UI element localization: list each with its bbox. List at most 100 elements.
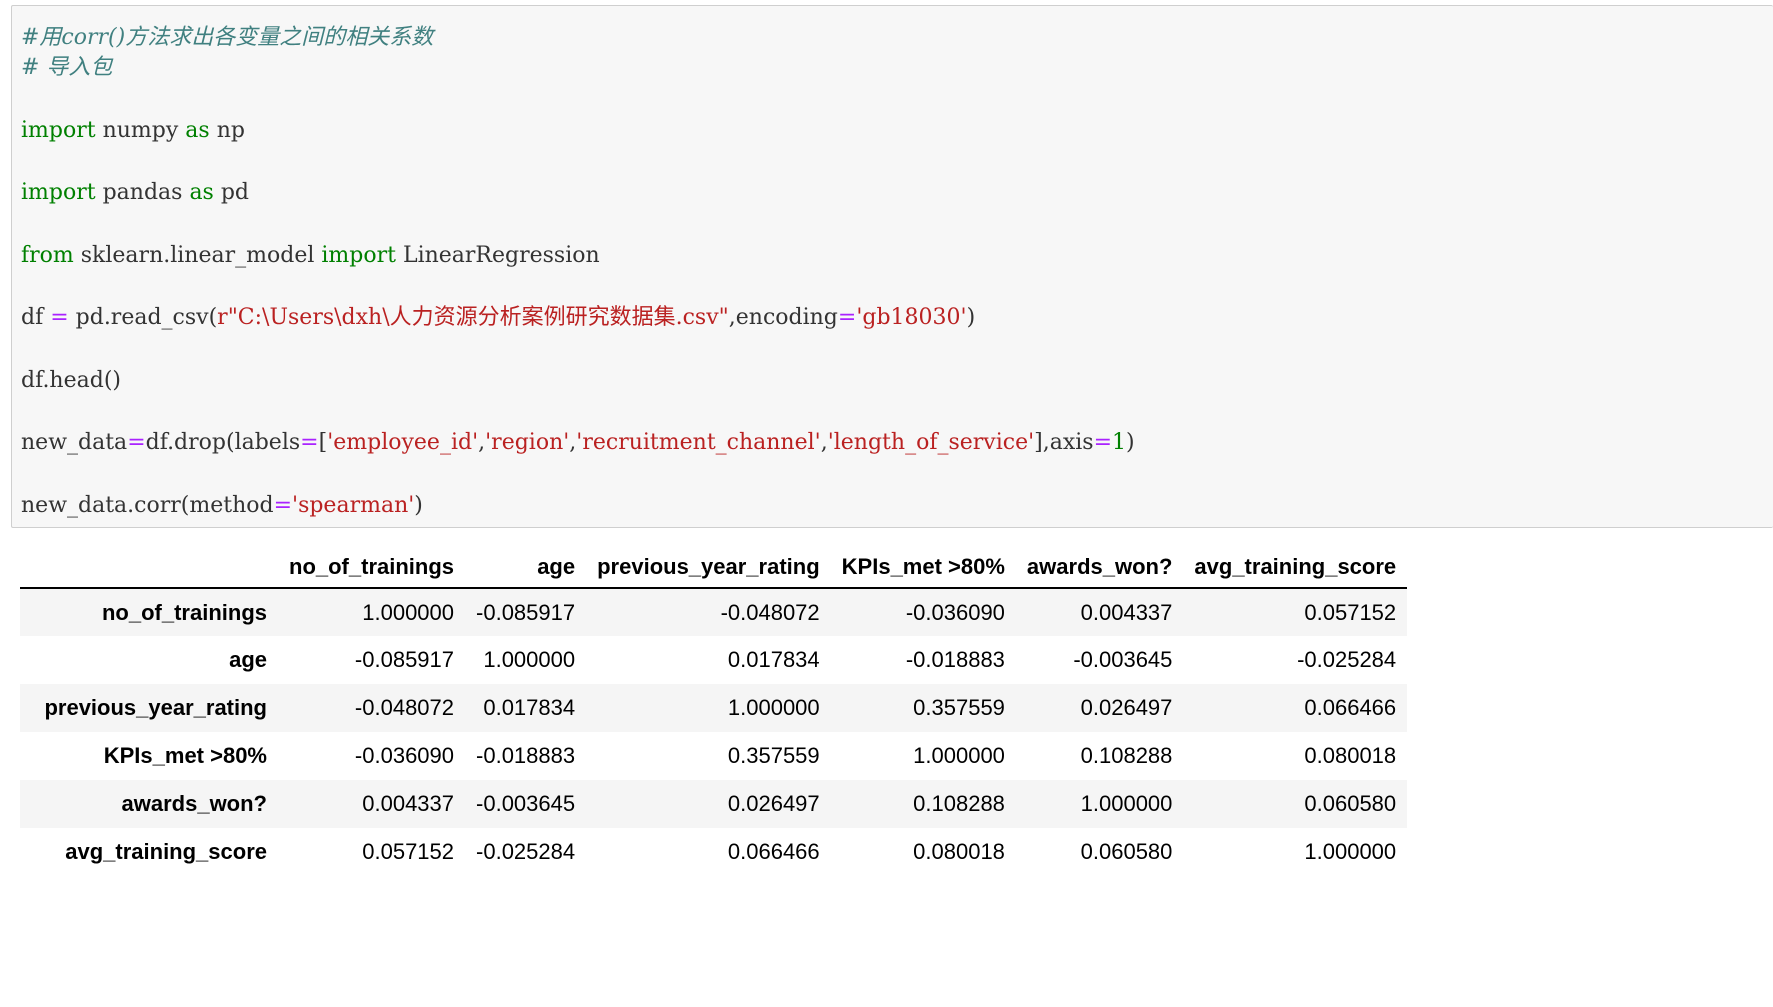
row-label: no_of_trainings <box>101 599 267 625</box>
string-token: 'spearman' <box>292 493 415 518</box>
table-cell: -0.048072 <box>354 695 455 720</box>
string-token: 'length_of_service' <box>827 430 1035 455</box>
column-header: awards_won? <box>1015 546 1184 589</box>
table-cell: -0.036090 <box>905 599 1005 625</box>
table-body: no_of_trainings 1.000000 -0.085917 -0.04… <box>20 588 1408 876</box>
table-cell: 0.017834 <box>483 695 576 720</box>
code-token: numpy <box>95 118 186 143</box>
table-cell: 0.108288 <box>913 791 1005 816</box>
code-token: ) <box>414 493 423 518</box>
table-header-row: no_of_trainings age previous_year_rating… <box>20 546 1408 589</box>
table-row: KPIs_met >80% -0.036090 -0.018883 0.3575… <box>20 732 1408 780</box>
string-token: 'region' <box>485 430 570 455</box>
code-token: np <box>209 118 245 143</box>
table-row: previous_year_rating -0.048072 0.017834 … <box>20 684 1408 732</box>
table-cell: 0.057152 <box>1304 599 1397 625</box>
operator-token: = <box>1093 430 1113 455</box>
table-cell: 0.004337 <box>362 791 455 816</box>
table-cell: -0.036090 <box>354 743 455 768</box>
number-token: 1 <box>1112 430 1127 455</box>
code-token: sklearn.linear_model <box>73 243 322 268</box>
code-token: new_data.corr(method <box>21 493 274 518</box>
table-cell: -0.025284 <box>1297 647 1397 672</box>
table-row: avg_training_score 0.057152 -0.025284 0.… <box>20 828 1408 876</box>
table-cell: -0.048072 <box>720 599 820 625</box>
code-line-import-numpy: import numpy as np <box>21 116 245 146</box>
table-cell: 0.004337 <box>1080 599 1173 625</box>
table-cell: 1.000000 <box>1080 791 1173 816</box>
row-label: previous_year_rating <box>44 695 267 720</box>
keyword-token: from <box>21 243 74 268</box>
table-cell: 0.066466 <box>1304 695 1397 720</box>
table-cell: 1.000000 <box>362 599 455 625</box>
keyword-token: as <box>189 180 214 205</box>
column-header: avg_training_score <box>1183 546 1408 589</box>
code-token: new_data <box>21 430 128 455</box>
string-token: 'employee_id' <box>327 430 479 455</box>
row-label: KPIs_met >80% <box>103 743 267 768</box>
column-header: no_of_trainings <box>278 546 466 589</box>
table-cell: 0.017834 <box>727 647 820 672</box>
code-line-read-csv: df = pd.read_csv(r"C:\Users\dxh\人力资源分析案例… <box>21 303 975 333</box>
code-line-drop: new_data=df.drop(labels=['employee_id','… <box>21 428 1135 458</box>
table-cell: 1.000000 <box>913 743 1005 768</box>
table-cell: -0.025284 <box>476 839 576 864</box>
code-token: [ <box>318 430 328 455</box>
code-token: ,encoding <box>728 305 838 330</box>
code-line-import-pandas: import pandas as pd <box>21 178 249 208</box>
keyword-token: import <box>21 118 96 143</box>
table-cell: 0.026497 <box>727 791 820 816</box>
code-line-from-import: from sklearn.linear_model import LinearR… <box>21 241 600 271</box>
table-row: no_of_trainings 1.000000 -0.085917 -0.04… <box>20 588 1408 636</box>
code-comment-line: # 导入包 <box>21 55 113 80</box>
table-row: awards_won? 0.004337 -0.003645 0.026497 … <box>20 780 1408 828</box>
operator-token: = <box>300 430 319 455</box>
table-cell: 0.108288 <box>1080 743 1173 768</box>
code-token: pd.read_csv( <box>68 305 218 330</box>
string-token: 'gb18030' <box>856 305 967 330</box>
row-label: avg_training_score <box>65 839 267 864</box>
table-cell: 1.000000 <box>1304 839 1397 864</box>
table-cell: 0.357559 <box>727 743 820 768</box>
table-cell: 0.060580 <box>1304 791 1397 816</box>
table-cell: 0.080018 <box>1304 743 1397 768</box>
keyword-token: as <box>185 118 210 143</box>
column-header: previous_year_rating <box>586 546 831 589</box>
row-label: age <box>229 647 267 672</box>
string-token: r"C:\Users\dxh\人力资源分析案例研究数据集.csv" <box>217 305 729 330</box>
table-cell: 0.357559 <box>913 695 1005 720</box>
row-label: awards_won? <box>121 791 267 816</box>
table-cell: -0.085917 <box>476 599 576 625</box>
code-token: LinearRegression <box>395 243 600 268</box>
table-cell: -0.003645 <box>1073 647 1173 672</box>
keyword-token: import <box>21 180 96 205</box>
table-cell: -0.085917 <box>354 647 455 672</box>
code-line-corr: new_data.corr(method='spearman') <box>21 491 423 521</box>
table-cell: 0.060580 <box>1080 839 1173 864</box>
code-line-head: df.head() <box>21 368 121 393</box>
column-header: age <box>465 546 587 589</box>
code-token: ],axis <box>1034 430 1094 455</box>
table-cell: 0.066466 <box>727 839 820 864</box>
table-cell: 1.000000 <box>727 695 820 720</box>
code-comment-line: #用corr()方法求出各变量之间的相关系数 <box>21 25 434 50</box>
operator-token: = <box>127 430 146 455</box>
table-cell: 0.057152 <box>362 839 455 864</box>
index-header-cell <box>20 546 278 589</box>
table-cell: -0.003645 <box>476 791 576 816</box>
code-token: pd <box>213 180 250 205</box>
table-header: no_of_trainings age previous_year_rating… <box>20 546 1408 589</box>
table-cell: -0.018883 <box>476 743 576 768</box>
table-cell: 0.026497 <box>1080 695 1173 720</box>
operator-token: = <box>273 493 293 518</box>
code-token: pandas <box>95 180 190 205</box>
table-cell: -0.018883 <box>905 647 1005 672</box>
correlation-output-table: no_of_trainings age previous_year_rating… <box>20 546 1408 876</box>
string-token: 'recruitment_channel' <box>576 430 821 455</box>
operator-token: = <box>50 305 69 330</box>
code-cell-input[interactable]: #用corr()方法求出各变量之间的相关系数 # 导入包 import nump… <box>11 5 1773 528</box>
code-token: ) <box>1126 430 1135 455</box>
code-token: ) <box>966 305 976 330</box>
column-header: KPIs_met >80% <box>830 546 1016 589</box>
table-cell: 0.080018 <box>913 839 1005 864</box>
